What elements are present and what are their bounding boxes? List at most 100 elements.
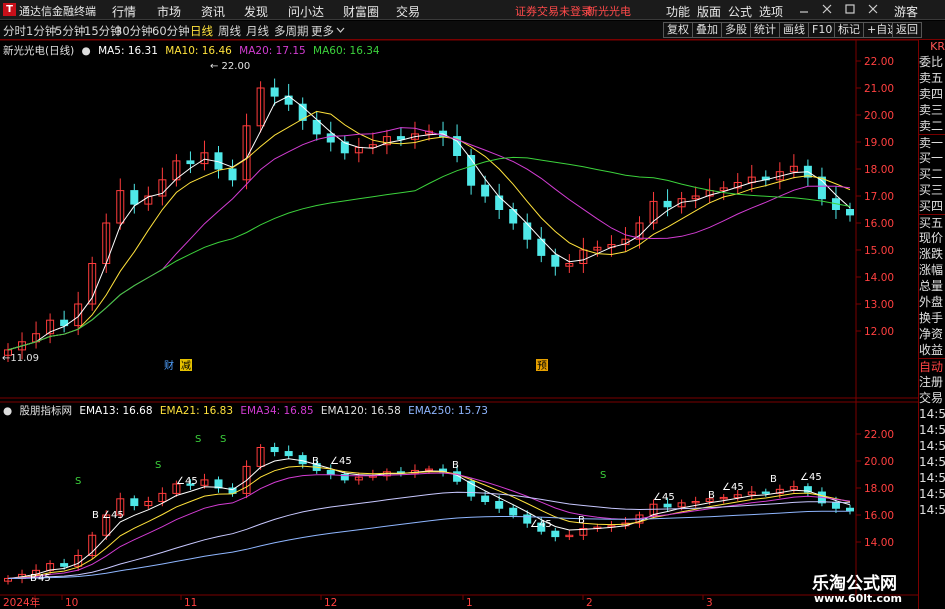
side-weibi: 委比 — [919, 55, 944, 69]
main-axis-label: 19.00 — [864, 137, 894, 149]
period-multi[interactable]: 多周期 — [274, 23, 309, 39]
main-axis-label: 17.00 — [864, 191, 894, 203]
side-time-5: 14:55 — [919, 487, 945, 501]
ma10-line — [7, 110, 851, 351]
menu-layout[interactable]: 版面 — [697, 3, 721, 20]
menu-formula[interactable]: 公式 — [728, 3, 752, 20]
signal-s: S — [155, 460, 161, 471]
main-axis-label: 16.00 — [864, 218, 894, 230]
f10-button[interactable]: F10 — [808, 22, 837, 38]
main-axis-label: 15.00 — [864, 245, 894, 257]
indicator-tag: B — [770, 474, 777, 485]
current-stock-name: 新光光电 — [587, 5, 631, 18]
period-60min[interactable]: 60分钟 — [152, 23, 190, 39]
main-axis-label: 22.00 — [864, 56, 894, 68]
chevron-down-icon[interactable] — [336, 26, 345, 35]
stats-button[interactable]: 统计 — [750, 22, 780, 38]
indicator-tag: B — [92, 510, 99, 521]
low-price-label: ←11.09 — [2, 353, 39, 364]
indicator-body — [60, 563, 69, 567]
menu-discover[interactable]: 发现 — [244, 3, 268, 20]
side-time-4: 14:55 — [919, 471, 945, 485]
adjust-button[interactable]: 复权 — [663, 22, 693, 38]
back-button[interactable]: 返回 — [892, 22, 922, 38]
indicator-body — [495, 501, 504, 509]
main-candles — [4, 78, 854, 363]
multi-stock-button[interactable]: 多股 — [721, 22, 751, 38]
trade-login-notice[interactable]: 证券交易未登录 — [515, 3, 592, 19]
candle-body — [396, 136, 405, 140]
signal-s: S — [195, 434, 201, 445]
marker-reduce: 减 — [181, 360, 191, 372]
indicator-tag: B — [452, 460, 459, 471]
side-outer: 外盘 — [919, 295, 944, 309]
candle-body — [270, 87, 279, 97]
indicator-tag: B — [312, 456, 319, 467]
signal-s: S — [600, 470, 606, 481]
side-ask2: 卖二 — [919, 119, 944, 133]
period-monthly[interactable]: 月线 — [246, 23, 269, 39]
indicator-body — [270, 447, 279, 453]
candle-body — [663, 200, 672, 208]
period-more[interactable]: 更多 — [311, 23, 334, 39]
sub-axis-label: 14.00 — [864, 537, 894, 549]
candle-body — [551, 254, 560, 267]
main-axis-label: 18.00 — [864, 164, 894, 176]
side-volume: 总量 — [919, 279, 944, 293]
candle-body — [228, 168, 237, 181]
mark-button[interactable]: 标记 — [834, 22, 864, 38]
side-bid2: 买二 — [919, 167, 944, 181]
sub-axis-label: 18.00 — [864, 483, 894, 495]
menu-news[interactable]: 资讯 — [201, 3, 225, 20]
period-1min[interactable]: 1分钟 — [26, 23, 56, 39]
close-icon[interactable] — [820, 2, 834, 16]
side-time-3: 14:54 — [919, 455, 945, 469]
ema250-line — [7, 510, 850, 579]
candle-body — [312, 119, 321, 135]
period-weekly[interactable]: 周线 — [218, 23, 241, 39]
indicator-body — [663, 503, 672, 508]
main-axis-label: 12.00 — [864, 326, 894, 338]
x-axis-label: 3 — [706, 597, 713, 609]
x-axis-label: 2 — [586, 597, 593, 609]
indicator-tag: ∠45 — [653, 492, 675, 503]
indicator-body — [846, 507, 854, 512]
draw-line-button[interactable]: 画线 — [779, 22, 809, 38]
candle-body — [130, 190, 139, 205]
x-axis-label: 2024年 — [3, 596, 40, 609]
side-bid3: 买三 — [919, 183, 944, 197]
sub-axis-label: 22.00 — [864, 429, 894, 441]
side-bid4: 买四 — [919, 199, 944, 213]
menu-functions[interactable]: 功能 — [666, 3, 690, 20]
overlay-button[interactable]: 叠加 — [692, 22, 722, 38]
menu-ask[interactable]: 问小达 — [288, 3, 324, 20]
period-daily[interactable]: 日线 — [190, 23, 213, 39]
menu-market-quotes[interactable]: 行情 — [112, 3, 136, 20]
minimize-icon[interactable] — [797, 2, 811, 16]
candle-body — [523, 222, 532, 240]
indicator-tag: ∠45 — [330, 456, 352, 467]
side-register[interactable]: 注册 — [919, 374, 945, 390]
menu-options[interactable]: 选项 — [759, 3, 783, 20]
menu-wealth[interactable]: 财富圈 — [343, 3, 379, 20]
window-close-icon[interactable] — [866, 2, 880, 16]
menu-bar: T 通达信金融终端 行情 市场 资讯 发现 问小达 财富圈 交易 证券交易未登录… — [0, 0, 945, 20]
menu-market[interactable]: 市场 — [157, 3, 181, 20]
candle-body — [495, 195, 504, 210]
menu-trade[interactable]: 交易 — [396, 3, 420, 20]
indicator-tag: B — [708, 490, 715, 501]
side-time-0: 14:54 — [919, 407, 945, 421]
side-trade[interactable]: 交易 — [919, 390, 945, 406]
guest-login[interactable]: 游客 — [894, 3, 918, 20]
side-auto[interactable]: 自动 — [919, 358, 945, 374]
indicator-body — [761, 491, 770, 494]
period-30min[interactable]: 30分钟 — [115, 23, 153, 39]
side-net-assets: 净资 — [919, 327, 944, 341]
period-5min[interactable]: 5分钟 — [55, 23, 85, 39]
marker-forecast: 预 — [537, 360, 547, 372]
side-panel-tab[interactable]: KR — [919, 40, 945, 54]
period-tick[interactable]: 分时 — [3, 23, 26, 39]
restore-icon[interactable] — [843, 2, 857, 16]
side-ask3: 卖三 — [919, 103, 944, 117]
kline-chart[interactable]: 22.00 21.00 20.00 19.00 18.00 17.00 16.00 15.00… — [0, 40, 918, 609]
